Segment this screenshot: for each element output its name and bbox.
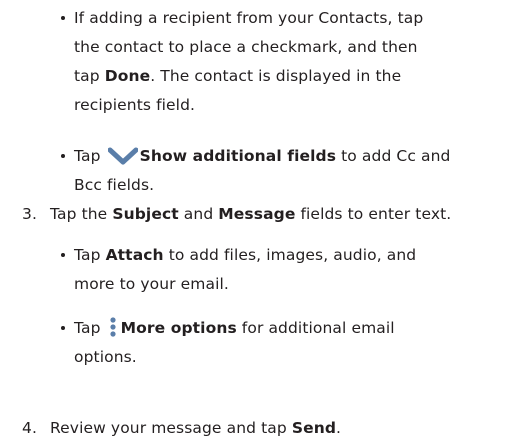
more-options-icon: [109, 316, 117, 338]
text-run: to add Cc and: [336, 147, 451, 165]
bullet-marker: [60, 142, 68, 171]
bullet-marker: [60, 4, 68, 33]
chevron-down-icon: [107, 146, 139, 164]
more-options-label: More options: [120, 319, 237, 337]
text-run: . The contact is displayed in the: [150, 67, 402, 85]
text-run: to add files, images, audio, and: [163, 246, 417, 264]
bullet-item-attach: Tap Attach to add files, images, audio, …: [0, 241, 525, 301]
show-additional-fields-label: Show additional fields: [139, 147, 337, 165]
bullet-item-show-fields: Tap Show additional fields to add Cc and…: [0, 142, 525, 202]
text-run: Tap: [74, 147, 106, 165]
text-line: options.: [74, 348, 137, 366]
text-run: .: [336, 419, 342, 437]
text-run: Tap: [74, 319, 106, 337]
text-run: Tap the: [50, 205, 113, 223]
message-label: Message: [218, 205, 296, 223]
bullet-text-contacts: If adding a recipient from your Contacts…: [74, 4, 494, 120]
step-4: 4. Review your message and tap Send.: [0, 414, 525, 443]
step-number: 4.: [22, 419, 37, 437]
step-3: 3. Tap the Subject and Message fields to…: [0, 200, 525, 229]
step-4-text: Review your message and tap Send.: [50, 414, 510, 443]
text-line: If adding a recipient from your Contacts…: [74, 9, 424, 27]
text-run: and: [178, 205, 219, 223]
bullet-marker: [60, 241, 68, 270]
manual-page: If adding a recipient from your Contacts…: [0, 0, 525, 447]
text-run: fields to enter text.: [295, 205, 452, 223]
text-run: Review your message and tap: [50, 419, 292, 437]
done-label: Done: [104, 67, 151, 85]
text-line: more to your email.: [74, 275, 229, 293]
text-line: Bcc fields.: [74, 176, 155, 194]
text-run: Tap: [74, 246, 106, 264]
bullet-text-more-options: Tap More options for additional email op…: [74, 314, 494, 372]
bullet-text-attach: Tap Attach to add files, images, audio, …: [74, 241, 494, 299]
bullet-text-show-fields: Tap Show additional fields to add Cc and…: [74, 142, 494, 200]
text-line: recipients field.: [74, 96, 196, 114]
bullet-item-more-options: Tap More options for additional email op…: [0, 314, 525, 374]
step-3-text: Tap the Subject and Message fields to en…: [50, 200, 510, 229]
subject-label: Subject: [112, 205, 179, 223]
text-run: tap: [74, 67, 105, 85]
text-line: the contact to place a checkmark, and th…: [74, 38, 418, 56]
attach-label: Attach: [105, 246, 164, 264]
text-run: for additional email: [236, 319, 395, 337]
step-number: 3.: [22, 205, 37, 223]
bullet-marker: [60, 314, 68, 343]
bullet-item-contacts: If adding a recipient from your Contacts…: [0, 0, 525, 116]
send-label: Send: [291, 419, 337, 437]
